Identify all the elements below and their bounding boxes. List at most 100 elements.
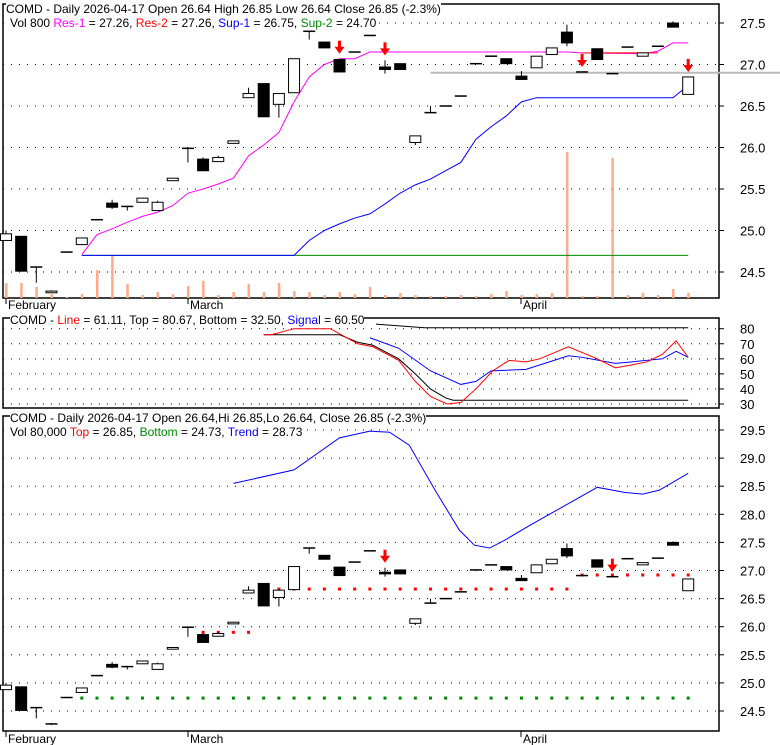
top-candle bbox=[530, 55, 543, 69]
candle-body bbox=[75, 687, 88, 693]
candle-body bbox=[515, 577, 528, 582]
bottom-dot bbox=[338, 696, 342, 700]
volume-bar bbox=[520, 295, 523, 298]
candle-body bbox=[242, 589, 255, 594]
sup1-value: = 26.75, bbox=[250, 16, 301, 30]
bottom-candle bbox=[288, 566, 301, 591]
bottom-dot bbox=[383, 696, 387, 700]
line-label: Line bbox=[57, 313, 81, 327]
bottom-dot bbox=[171, 696, 175, 700]
top-dot bbox=[671, 573, 675, 577]
bottom-dot bbox=[262, 696, 266, 700]
candle-body bbox=[636, 562, 649, 566]
line-value: = 61.11, Top = 80.67, Bottom = 32.50, bbox=[80, 313, 288, 327]
top-dot bbox=[504, 587, 508, 591]
top-dot bbox=[519, 587, 523, 591]
candle-body bbox=[409, 618, 422, 624]
bottom-dot bbox=[474, 696, 478, 700]
bottom-dot bbox=[231, 696, 235, 700]
top-dot bbox=[428, 587, 432, 591]
bottom-candle bbox=[545, 558, 558, 565]
volume-bar bbox=[232, 292, 235, 298]
bottom-candle bbox=[197, 633, 210, 643]
candle-body bbox=[136, 197, 149, 203]
top-candle bbox=[197, 157, 210, 172]
volume-bar bbox=[293, 291, 296, 298]
volume-bar bbox=[111, 256, 114, 298]
bottom-panel-y-tick-label: 25.5 bbox=[740, 648, 765, 663]
bottom-dot bbox=[641, 696, 645, 700]
top-dot bbox=[686, 573, 690, 577]
bottom-panel-legend: Vol 80,000 Top = 26.85, Bottom = 24.73, … bbox=[10, 425, 303, 439]
bottom-dot bbox=[95, 696, 99, 700]
candle-body bbox=[379, 571, 391, 575]
volume-bar bbox=[505, 291, 508, 298]
volume-bar bbox=[141, 295, 144, 298]
middle-panel-y-tick-label: 70 bbox=[740, 337, 754, 352]
bottom-dot bbox=[322, 696, 326, 700]
candle-body bbox=[591, 48, 604, 61]
candle-body bbox=[318, 554, 331, 560]
candle-body bbox=[394, 569, 407, 575]
bottom-dot bbox=[368, 696, 372, 700]
bottom-dot bbox=[110, 696, 114, 700]
candle-body bbox=[318, 41, 331, 49]
top-dot bbox=[353, 587, 357, 591]
top-month-label: February bbox=[8, 298, 56, 312]
top-candle bbox=[257, 83, 270, 118]
bottom-dot bbox=[428, 696, 432, 700]
bottom-label: Bottom bbox=[139, 425, 178, 439]
bottom-dot bbox=[247, 696, 251, 700]
candle-body bbox=[227, 140, 240, 144]
volume-bar bbox=[50, 294, 53, 298]
top-dot bbox=[444, 587, 448, 591]
candle-body bbox=[45, 290, 58, 294]
volume-bar bbox=[35, 286, 38, 298]
top-candle bbox=[333, 58, 346, 73]
candle-body bbox=[560, 548, 573, 557]
top-dot bbox=[383, 587, 387, 591]
candle-body bbox=[106, 663, 119, 668]
top-panel-y-tick-label: 25.5 bbox=[740, 182, 765, 197]
candle-body bbox=[288, 566, 301, 591]
bottom-dot bbox=[398, 696, 402, 700]
volume-bar bbox=[535, 294, 539, 298]
top-dot bbox=[489, 587, 493, 591]
candle-body bbox=[151, 201, 164, 212]
bottom-dot bbox=[565, 696, 569, 700]
volume-bar bbox=[429, 295, 432, 298]
bottom-dot bbox=[186, 696, 190, 700]
top-panel-title: COMD - Daily 2026-04-17 Open 26.64 High … bbox=[6, 2, 441, 16]
top-candle bbox=[682, 76, 695, 95]
top-candle bbox=[166, 177, 179, 182]
candle-body bbox=[288, 58, 301, 94]
middle-panel-y-tick-label: 50 bbox=[740, 367, 754, 382]
bottom-panel-y-tick-label: 28.0 bbox=[740, 507, 765, 522]
candle-body bbox=[227, 621, 240, 625]
bottom-candle bbox=[530, 564, 543, 574]
top-dot bbox=[398, 587, 402, 591]
bottom-value: = 24.73, bbox=[177, 425, 228, 439]
candle-body bbox=[15, 686, 28, 711]
top-value: = 26.85, bbox=[89, 425, 140, 439]
top-panel-y-tick-label: 27.5 bbox=[740, 16, 765, 31]
candle-body bbox=[212, 632, 225, 637]
bottom-candle bbox=[15, 686, 28, 711]
candle-body bbox=[333, 59, 346, 73]
volume-bar bbox=[277, 283, 281, 298]
bottom-dot bbox=[595, 696, 599, 700]
bottom-candle bbox=[636, 562, 649, 566]
top-dot bbox=[201, 630, 205, 634]
top-dot bbox=[231, 630, 235, 634]
candle-body bbox=[166, 646, 179, 650]
bottom-candle bbox=[136, 660, 149, 665]
volume-bar bbox=[687, 292, 690, 298]
volume-bar bbox=[156, 292, 160, 298]
candle-body bbox=[151, 663, 164, 670]
volume-bar bbox=[202, 280, 205, 298]
candle-body bbox=[166, 177, 179, 182]
top-candle bbox=[394, 63, 407, 70]
top-dot bbox=[550, 587, 554, 591]
bottom-dot bbox=[277, 696, 281, 700]
volume-bar bbox=[656, 295, 660, 298]
